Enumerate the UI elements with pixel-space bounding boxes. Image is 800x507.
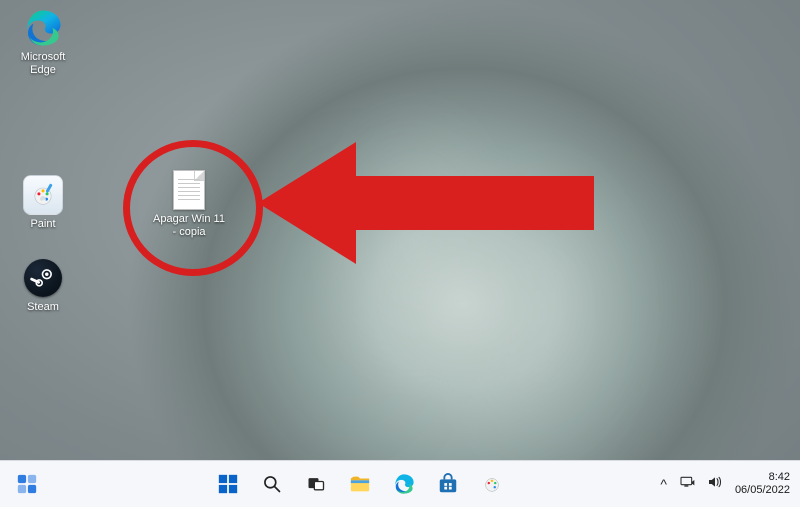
- wallpaper-swirl: [0, 0, 800, 507]
- edge-taskbar-button[interactable]: [385, 465, 423, 503]
- edge-icon: [393, 473, 415, 495]
- taskbar-clock[interactable]: 8:42 06/05/2022: [735, 471, 790, 497]
- windows-icon: [217, 473, 239, 495]
- task-view-icon: [306, 474, 326, 494]
- taskbar: ^ 8:42 06/05/2022: [0, 460, 800, 507]
- annotation-arrow: [258, 138, 594, 268]
- desktop-icon-paint[interactable]: Paint: [7, 175, 79, 231]
- network-icon[interactable]: [679, 475, 695, 494]
- clock-date: 06/05/2022: [735, 484, 790, 497]
- text-file-icon: [169, 170, 209, 210]
- file-explorer-icon: [349, 473, 371, 495]
- task-view-button[interactable]: [297, 465, 335, 503]
- paint-icon: [23, 175, 63, 215]
- desktop-icon-label: Microsoft Edge: [7, 51, 79, 76]
- search-icon: [262, 474, 282, 494]
- desktop[interactable]: Microsoft Edge Paint: [0, 0, 800, 507]
- desktop-icon-label: Steam: [7, 301, 79, 314]
- desktop-icon-steam[interactable]: Steam: [7, 258, 79, 314]
- volume-icon[interactable]: [707, 475, 723, 494]
- edge-icon: [23, 8, 63, 48]
- search-button[interactable]: [253, 465, 291, 503]
- clock-time: 8:42: [735, 471, 790, 484]
- steam-icon: [23, 258, 63, 298]
- tray-chevron-up-icon[interactable]: ^: [660, 476, 667, 492]
- paint-taskbar-button[interactable]: [473, 465, 511, 503]
- store-icon: [437, 473, 459, 495]
- widgets-button[interactable]: [8, 465, 46, 503]
- desktop-icon-label: Apagar Win 11 - copia: [150, 213, 228, 238]
- microsoft-store-button[interactable]: [429, 465, 467, 503]
- file-explorer-button[interactable]: [341, 465, 379, 503]
- start-button[interactable]: [209, 465, 247, 503]
- paint-icon: [481, 473, 503, 495]
- widgets-icon: [16, 473, 38, 495]
- desktop-icon-textfile[interactable]: Apagar Win 11 - copia: [150, 170, 228, 238]
- desktop-icon-edge[interactable]: Microsoft Edge: [7, 8, 79, 76]
- desktop-icon-label: Paint: [7, 218, 79, 231]
